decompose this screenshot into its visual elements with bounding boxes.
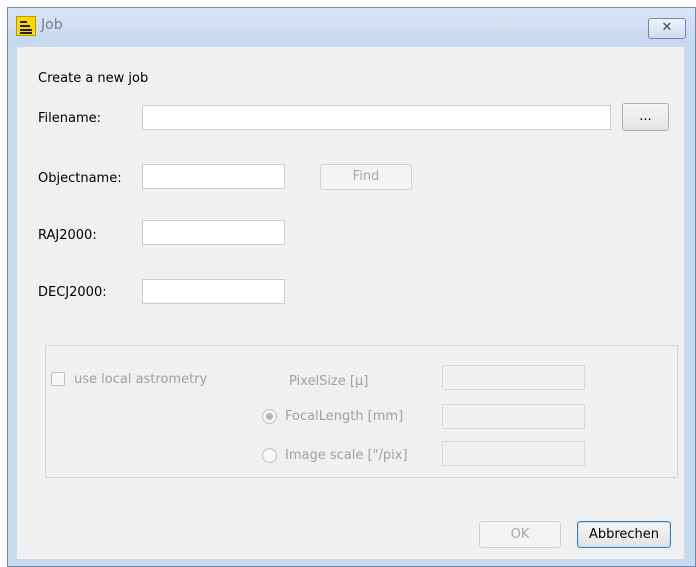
- objectname-input[interactable]: [142, 164, 285, 189]
- window-title: Job: [41, 17, 63, 33]
- imagescale-radio[interactable]: [262, 448, 277, 463]
- dialog-client-area: Create a new job Filename: ... Objectnam…: [17, 47, 684, 559]
- form-heading: Create a new job: [38, 71, 149, 86]
- cancel-button[interactable]: Abbrechen: [577, 521, 671, 548]
- background-strip: [0, 0, 696, 7]
- objectname-label: Objectname:: [38, 171, 122, 186]
- focallength-radio[interactable]: [262, 409, 277, 424]
- close-icon: ✕: [661, 20, 673, 35]
- pixelsize-label: PixelSize [µ]: [289, 374, 369, 389]
- pixelsize-input[interactable]: [442, 365, 585, 390]
- use-local-astrometry-checkbox[interactable]: [51, 372, 65, 386]
- focallength-input[interactable]: [442, 404, 585, 429]
- ok-button[interactable]: OK: [479, 521, 561, 548]
- find-button[interactable]: Find: [320, 164, 412, 190]
- raj2000-input[interactable]: [142, 220, 285, 245]
- raj2000-label: RAJ2000:: [38, 228, 97, 243]
- close-button[interactable]: ✕: [648, 18, 686, 39]
- filename-input[interactable]: [142, 105, 611, 130]
- browse-button[interactable]: ...: [622, 103, 669, 131]
- job-dialog: Job ✕ Create a new job Filename: ... Obj…: [7, 7, 696, 567]
- use-local-astrometry-label: use local astrometry: [74, 372, 208, 387]
- imagescale-input[interactable]: [442, 441, 585, 466]
- imagescale-label: Image scale ["/pix]: [285, 448, 408, 463]
- decj2000-label: DECJ2000:: [38, 285, 107, 300]
- title-bar[interactable]: Job ✕: [8, 8, 695, 44]
- decj2000-input[interactable]: [142, 279, 285, 304]
- job-app-icon: [16, 16, 36, 36]
- filename-label: Filename:: [38, 111, 102, 126]
- focallength-label: FocalLength [mm]: [285, 409, 404, 424]
